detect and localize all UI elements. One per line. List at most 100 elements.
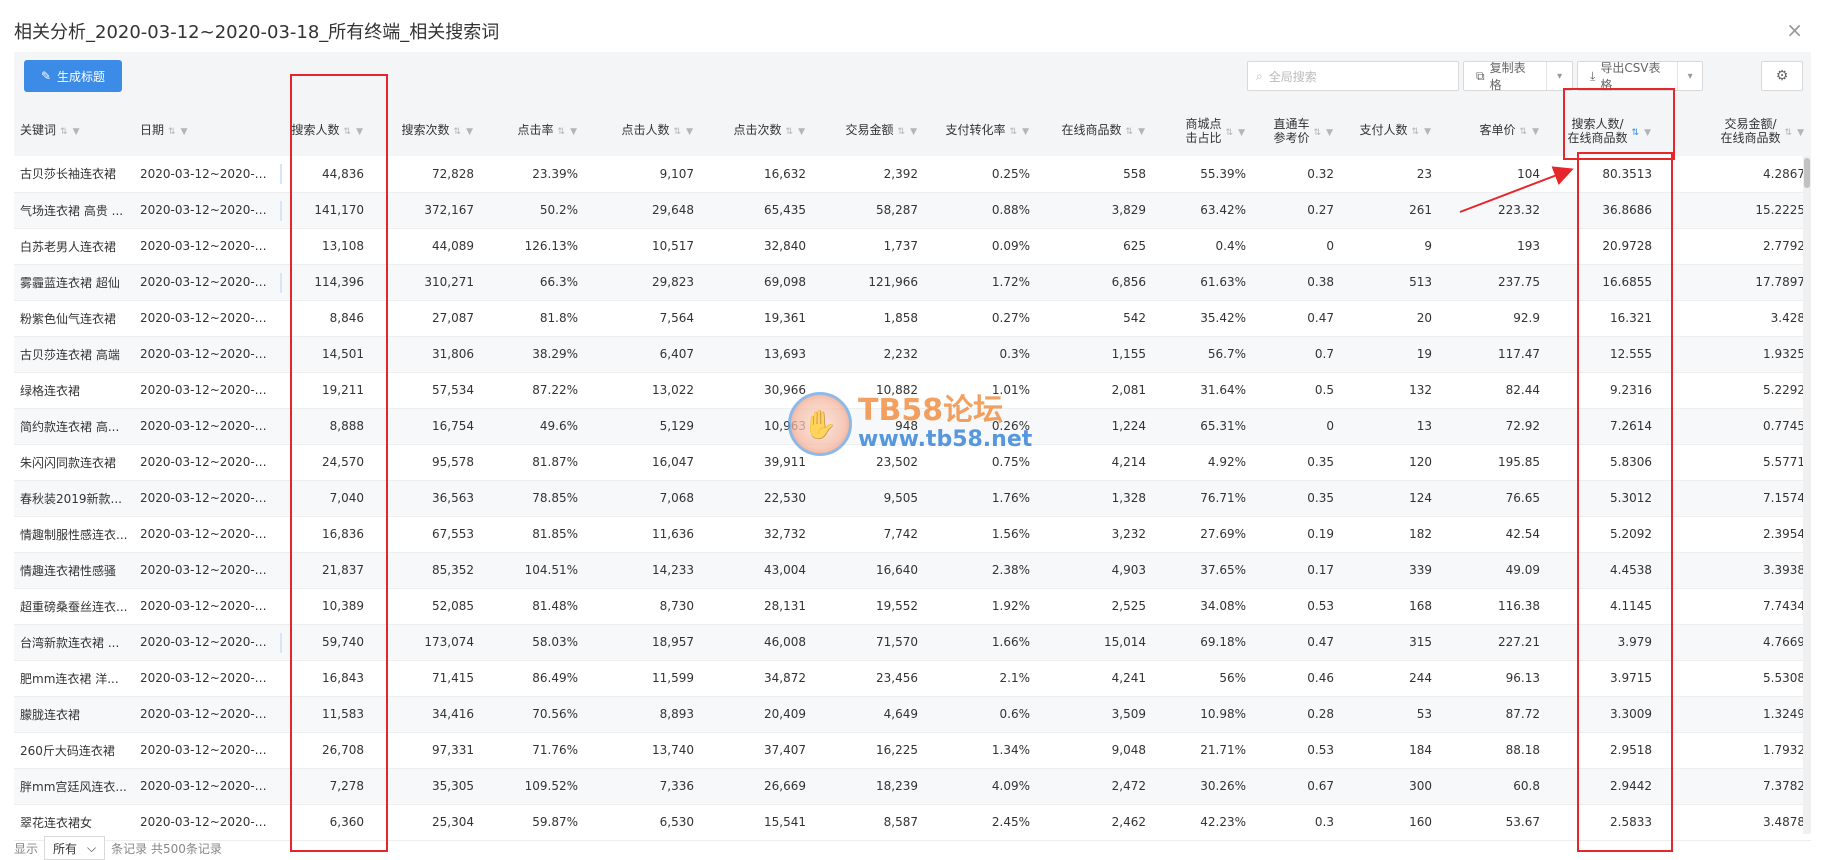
filter-icon[interactable]: ▼: [356, 127, 364, 137]
column-header-11[interactable]: 直通车 参考价 ⇅ ▼: [1252, 106, 1340, 156]
table-cell: 315: [1409, 635, 1432, 649]
table-cell: 195.85: [1498, 455, 1540, 469]
table-row[interactable]: 白苏老男人连衣裙 2020-03-12~2020-03-18 13,108 44,08…: [14, 228, 1811, 264]
table-row[interactable]: 台湾新款连衣裙 ... 2020-03-12~2020-03-1859,740 17…: [14, 624, 1811, 660]
filter-icon[interactable]: ▼: [1424, 127, 1432, 137]
filter-icon[interactable]: ▼: [910, 127, 918, 137]
filter-icon[interactable]: ▼: [1797, 128, 1805, 138]
table-cell: 78.85%: [532, 491, 578, 505]
filter-icon[interactable]: ▼: [1138, 127, 1146, 137]
table-row[interactable]: 朦胧连衣裙 2020-03-12~2020-03-18 11,583 34,416 70…: [14, 696, 1811, 732]
table-row[interactable]: 超重磅桑蚕丝连衣... 2020-03-12~2020-03-18 10,389 52…: [14, 588, 1811, 624]
settings-gear-button[interactable]: ⚙: [1761, 61, 1803, 91]
column-header-label: 搜索人数/在线商品数: [1568, 117, 1628, 145]
table-cell: 7.3782: [1763, 779, 1805, 793]
sort-icon[interactable]: ⇅: [1314, 128, 1323, 138]
filter-icon[interactable]: ▼: [181, 127, 189, 137]
table-row[interactable]: 情趣制服性感连衣... 2020-03-12~2020-03-18 16,836 67…: [14, 516, 1811, 552]
column-header-1[interactable]: 日期 ⇅ ▼: [134, 106, 274, 156]
column-header-12[interactable]: 支付人数 ⇅ ▼: [1340, 106, 1438, 156]
table-cell: 0.25%: [991, 166, 1030, 181]
table-cell: 16,640: [876, 563, 918, 577]
sort-icon[interactable]: ⇅: [1520, 127, 1529, 137]
filter-icon[interactable]: ▼: [1238, 128, 1246, 138]
column-header-10[interactable]: 商城点 击占比 ⇅ ▼: [1152, 106, 1252, 156]
table-row[interactable]: 肥mm连衣裙 洋... 2020-03-12~2020-03-18 16,843 71…: [14, 660, 1811, 696]
sort-icon[interactable]: ⇅: [60, 127, 69, 137]
sort-icon[interactable]: ⇅: [674, 127, 683, 137]
sort-icon[interactable]: ⇅: [1785, 128, 1794, 138]
sort-icon[interactable]: ⇅: [1412, 127, 1421, 137]
export-csv-button[interactable]: ⤓ 导出CSV表格 ▾: [1577, 61, 1703, 92]
table-row[interactable]: 情趣连衣裙性感骚 2020-03-12~2020-03-18 21,837 85,35…: [14, 552, 1811, 588]
table-cell: 39,911: [764, 455, 806, 469]
sort-icon[interactable]: ⇅: [1126, 127, 1135, 137]
table-row[interactable]: 春秋装2019新款... 2020-03-12~2020-03-18 7,040 36…: [14, 480, 1811, 516]
filter-icon[interactable]: ▼: [1644, 128, 1652, 138]
table-row[interactable]: 朱闪闪同款连衣裙 2020-03-12~2020-03-18 24,570 95,57…: [14, 444, 1811, 480]
table-row[interactable]: 粉紫色仙气连衣裙 2020-03-12~2020-03-18 8,846 27,087…: [14, 300, 1811, 336]
table-row[interactable]: 古贝莎长袖连衣裙 2020-03-12~2020-03-1844,836 72,82…: [14, 156, 1811, 192]
filter-icon[interactable]: ▼: [570, 127, 578, 137]
sort-icon[interactable]: ⇅: [898, 127, 907, 137]
table-cell: 58.03%: [532, 635, 578, 649]
filter-icon[interactable]: ▼: [466, 127, 474, 137]
table-row[interactable]: 绿格连衣裙 2020-03-12~2020-03-18 19,211 57,534 87…: [14, 372, 1811, 408]
column-header-8[interactable]: 支付转化率 ⇅ ▼: [924, 106, 1036, 156]
table-row[interactable]: 古贝莎连衣裙 高端 2020-03-12~2020-03-18 14,501 31,8…: [14, 336, 1811, 372]
table-cell: 37.65%: [1200, 563, 1246, 577]
table-cell: 184: [1409, 743, 1432, 757]
column-header-3[interactable]: 搜索次数 ⇅ ▼: [370, 106, 480, 156]
table-cell: 4.7669: [1763, 635, 1805, 649]
close-icon[interactable]: ×: [1786, 18, 1803, 42]
table-cell: 台湾新款连衣裙 ...: [20, 635, 120, 650]
table-row[interactable]: 气场连衣裙 高贵 ... 2020-03-12~2020-03-18141,170…: [14, 192, 1811, 228]
sort-icon[interactable]: ⇅: [1632, 128, 1641, 138]
sort-icon[interactable]: ⇅: [1010, 127, 1019, 137]
global-search-input[interactable]: ⌕ 全局搜索: [1247, 61, 1459, 91]
sort-icon[interactable]: ⇅: [168, 127, 177, 137]
table-row[interactable]: 胖mm宫廷风连衣... 2020-03-12~2020-03-18 7,278 35,…: [14, 768, 1811, 804]
page-size-select[interactable]: 所有 ⌵: [44, 836, 106, 860]
column-header-4[interactable]: 点击率 ⇅ ▼: [480, 106, 584, 156]
column-header-13[interactable]: 客单价 ⇅ ▼: [1438, 106, 1546, 156]
table-row[interactable]: 260斤大码连衣裙 2020-03-12~2020-03-18 26,708 97,3…: [14, 732, 1811, 768]
filter-icon[interactable]: ▼: [686, 127, 694, 137]
column-header-label: 客单价: [1479, 123, 1516, 137]
sort-icon[interactable]: ⇅: [558, 127, 567, 137]
table-cell: 2020-03-12~2020-03-18: [140, 635, 274, 649]
table-cell: 绿格连衣裙: [20, 383, 81, 398]
sort-icon[interactable]: ⇅: [454, 127, 463, 137]
table-cell: 17.7897: [1755, 275, 1805, 289]
column-header-0[interactable]: 关键词 ⇅ ▼: [14, 106, 134, 156]
vertical-scrollbar[interactable]: [1803, 156, 1811, 834]
table-cell: 0.5: [1314, 383, 1334, 397]
column-header-6[interactable]: 点击次数 ⇅ ▼: [700, 106, 812, 156]
table-row[interactable]: 翠花连衣裙女 2020-03-12~2020-03-18 6,360 25,304 59…: [14, 804, 1811, 840]
table-cell: 朦胧连衣裙: [20, 707, 81, 722]
export-dropdown-chevron-icon[interactable]: ▾: [1677, 62, 1702, 90]
copy-icon: ⧉: [1476, 68, 1485, 83]
filter-icon[interactable]: ▼: [73, 127, 81, 137]
filter-icon[interactable]: ▼: [798, 127, 806, 137]
table-cell: 0.27%: [991, 311, 1030, 325]
filter-icon[interactable]: ▼: [1022, 127, 1030, 137]
sort-icon[interactable]: ⇅: [344, 127, 353, 137]
column-header-9[interactable]: 在线商品数 ⇅ ▼: [1036, 106, 1152, 156]
table-row[interactable]: 简约款连衣裙 高... 2020-03-12~2020-03-18 8,888 16,…: [14, 408, 1811, 444]
sort-icon[interactable]: ⇅: [786, 127, 795, 137]
table-row[interactable]: 雾霾蓝连衣裙 超仙 2020-03-12~2020-03-18114,396 310…: [14, 264, 1811, 300]
column-header-7[interactable]: 交易金额 ⇅ ▼: [812, 106, 924, 156]
sort-icon[interactable]: ⇅: [1226, 128, 1235, 138]
column-header-14[interactable]: 搜索人数/在线商品数 ⇅ ▼: [1546, 106, 1658, 156]
copy-dropdown-chevron-icon[interactable]: ▾: [1546, 62, 1572, 90]
filter-icon[interactable]: ▼: [1326, 128, 1334, 138]
generate-title-button[interactable]: ✎ 生成标题: [24, 60, 122, 92]
column-header-5[interactable]: 点击人数 ⇅ ▼: [584, 106, 700, 156]
scrollbar-thumb[interactable]: [1804, 158, 1810, 188]
filter-icon[interactable]: ▼: [1532, 127, 1540, 137]
copy-table-button[interactable]: ⧉ 复制表格 ▾: [1463, 61, 1573, 92]
column-header-15[interactable]: 交易金额/在线商品数 ⇅ ▼: [1658, 106, 1811, 156]
table-cell: 49.09: [1505, 563, 1540, 577]
column-header-2[interactable]: 搜索人数 ⇅ ▼: [274, 106, 370, 156]
